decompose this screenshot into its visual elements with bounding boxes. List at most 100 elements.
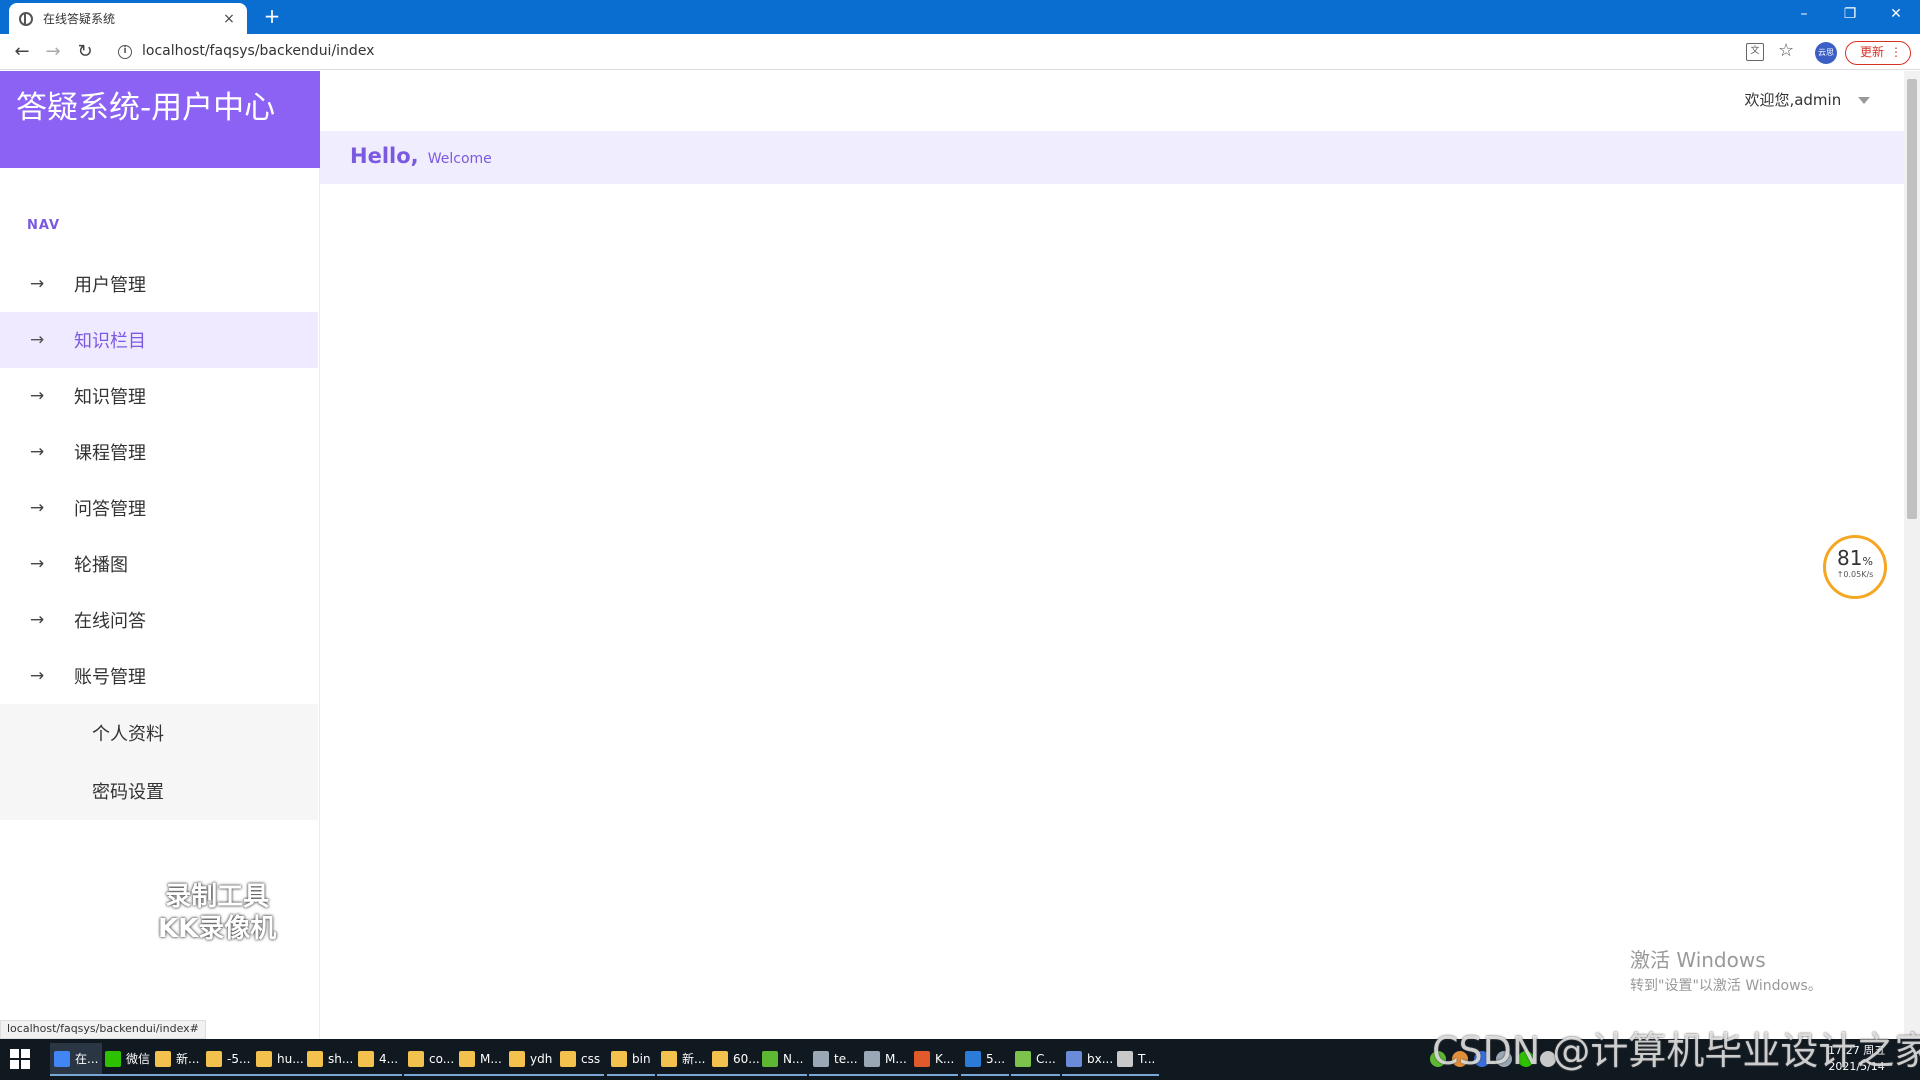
app-icon (1015, 1050, 1031, 1067)
app-icon (1117, 1050, 1133, 1067)
app-icon (408, 1050, 424, 1067)
taskbar-app-button[interactable]: bx... (1062, 1043, 1118, 1076)
update-button[interactable]: 更新 ⋮ (1845, 41, 1911, 65)
net-percent-unit: % (1862, 555, 1873, 568)
sidebar-item-knowledge-management[interactable]: → 知识管理 (0, 368, 318, 424)
update-label: 更新 (1860, 45, 1885, 59)
app-icon (560, 1050, 576, 1067)
taskbar-app-button[interactable]: 4... (354, 1043, 403, 1076)
windows-start-icon[interactable] (10, 1049, 30, 1069)
taskbar-app-button[interactable]: 在... (50, 1043, 103, 1076)
net-speed: ↑0.05K/s (1836, 570, 1874, 579)
recorder-watermark-line1: 录制工具 (165, 882, 270, 912)
sidebar-item-qa-management[interactable]: → 问答管理 (0, 480, 318, 536)
taskbar-app-button[interactable]: -5... (202, 1043, 255, 1076)
taskbar-app-label: bin (632, 1051, 651, 1066)
arrow-right-icon: → (30, 386, 45, 406)
browser-tab[interactable]: 在线答疑系统 × (9, 3, 247, 34)
sidebar-item-label: 课程管理 (74, 443, 146, 464)
arrow-right-icon: → (30, 666, 45, 686)
taskbar-app-button[interactable]: N... (758, 1043, 808, 1076)
scrollbar-thumb[interactable] (1907, 79, 1917, 519)
arrow-right-icon: → (30, 330, 45, 350)
taskbar-app-button[interactable]: te... (809, 1043, 862, 1076)
nav-heading: NAV (27, 218, 61, 233)
taskbar-app-label: 60... (733, 1051, 760, 1066)
taskbar-app-button[interactable]: 微信 (101, 1043, 155, 1076)
taskbar-app-button[interactable]: hu... (252, 1043, 308, 1076)
sidebar-item-label: 问答管理 (74, 499, 146, 520)
network-speed-widget[interactable]: 81% ↑0.05K/s (1823, 535, 1887, 599)
account-submenu: 个人资料 密码设置 (0, 704, 318, 820)
sidebar-item-online-qa[interactable]: → 在线问答 (0, 592, 318, 648)
sidebar-item-account-management[interactable]: → 账号管理 (0, 648, 318, 704)
app-icon (813, 1050, 829, 1067)
taskbar-app-button[interactable]: ydh (505, 1043, 557, 1076)
app-icon (914, 1050, 930, 1067)
taskbar-app-button[interactable]: bin (607, 1043, 655, 1076)
submenu-item-profile[interactable]: 个人资料 (0, 704, 318, 762)
activate-title: 激活 Windows (1630, 948, 1766, 972)
sidebar-item-knowledge-column[interactable]: → 知识栏目 (0, 312, 318, 368)
app-icon (611, 1050, 627, 1067)
taskbar-app-button[interactable]: M... (455, 1043, 506, 1076)
sidebar-item-course-management[interactable]: → 课程管理 (0, 424, 318, 480)
app-icon (509, 1050, 525, 1067)
taskbar-app-label: M... (885, 1051, 907, 1066)
submenu-item-password[interactable]: 密码设置 (0, 762, 318, 820)
taskbar-app-button[interactable]: sh... (303, 1043, 358, 1076)
taskbar-app-button[interactable]: 新... (657, 1043, 710, 1076)
taskbar-app-button[interactable]: C... (1011, 1043, 1060, 1076)
taskbar-app-label: C... (1036, 1051, 1056, 1066)
taskbar-app-button[interactable]: K... (910, 1043, 959, 1076)
taskbar-app-button[interactable]: css (556, 1043, 605, 1076)
arrow-right-icon: → (30, 498, 45, 518)
taskbar-app-button[interactable]: 5... (961, 1043, 1010, 1076)
taskbar-app-button[interactable]: 新... (151, 1043, 204, 1076)
browser-tab-strip: 在线答疑系统 × + – ❐ ✕ (0, 0, 1920, 34)
taskbar-app-button[interactable]: 60... (708, 1043, 764, 1076)
profile-avatar[interactable]: 云思 (1815, 42, 1837, 64)
taskbar-app-label: co... (429, 1051, 455, 1066)
restore-icon[interactable]: ❐ (1828, 0, 1872, 30)
tab-title: 在线答疑系统 (43, 12, 116, 26)
minimize-icon[interactable]: – (1782, 0, 1826, 30)
greeting-bar: Hello, Welcome (320, 131, 1904, 184)
status-bar-url: localhost/faqsys/backendui/index# (0, 1020, 206, 1039)
site-info-icon[interactable]: i (118, 45, 132, 59)
arrow-right-icon: → (30, 442, 45, 462)
close-window-icon[interactable]: ✕ (1874, 0, 1918, 30)
arrow-right-icon: → (30, 610, 45, 630)
tab-close-icon[interactable]: × (221, 11, 237, 27)
translate-icon[interactable]: 文 (1746, 43, 1764, 61)
sidebar-item-carousel[interactable]: → 轮播图 (0, 536, 318, 592)
bookmark-star-icon[interactable]: ☆ (1778, 40, 1794, 61)
app-icon (712, 1050, 728, 1067)
app-icon (105, 1050, 121, 1067)
user-menu[interactable]: 欢迎您,admin (1744, 89, 1870, 110)
taskbar-app-label: 在... (75, 1052, 99, 1066)
csdn-watermark: CSDN @计算机毕业设计之家 (1432, 1029, 1920, 1073)
new-tab-button[interactable]: + (260, 4, 284, 28)
sidebar-item-user-management[interactable]: → 用户管理 (0, 256, 318, 312)
main-content: 欢迎您,admin Hello, Welcome (320, 71, 1904, 1039)
welcome-text: 欢迎您,admin (1744, 91, 1842, 109)
reload-icon[interactable]: ↻ (73, 40, 97, 64)
sidebar-item-label: 知识栏目 (74, 331, 146, 352)
sidebar-item-label: 在线问答 (74, 611, 146, 632)
taskbar-app-label: 新... (176, 1052, 200, 1066)
taskbar-app-button[interactable]: T... (1113, 1043, 1160, 1076)
app-icon (762, 1050, 778, 1067)
taskbar-app-button[interactable]: co... (404, 1043, 459, 1076)
page-scrollbar[interactable] (1904, 71, 1920, 1039)
url-field[interactable]: localhost/faqsys/backendui/index (142, 43, 374, 59)
sidebar-item-label: 轮播图 (74, 555, 128, 576)
net-percent: 81 (1837, 546, 1863, 570)
back-icon[interactable]: ← (10, 40, 34, 64)
taskbar-app-button[interactable]: M... (860, 1043, 911, 1076)
forward-icon[interactable]: → (41, 40, 65, 64)
sidebar-item-label: 用户管理 (74, 275, 146, 296)
taskbar-app-label: te... (834, 1051, 858, 1066)
taskbar-app-label: N... (783, 1051, 804, 1066)
taskbar-app-label: sh... (328, 1051, 354, 1066)
